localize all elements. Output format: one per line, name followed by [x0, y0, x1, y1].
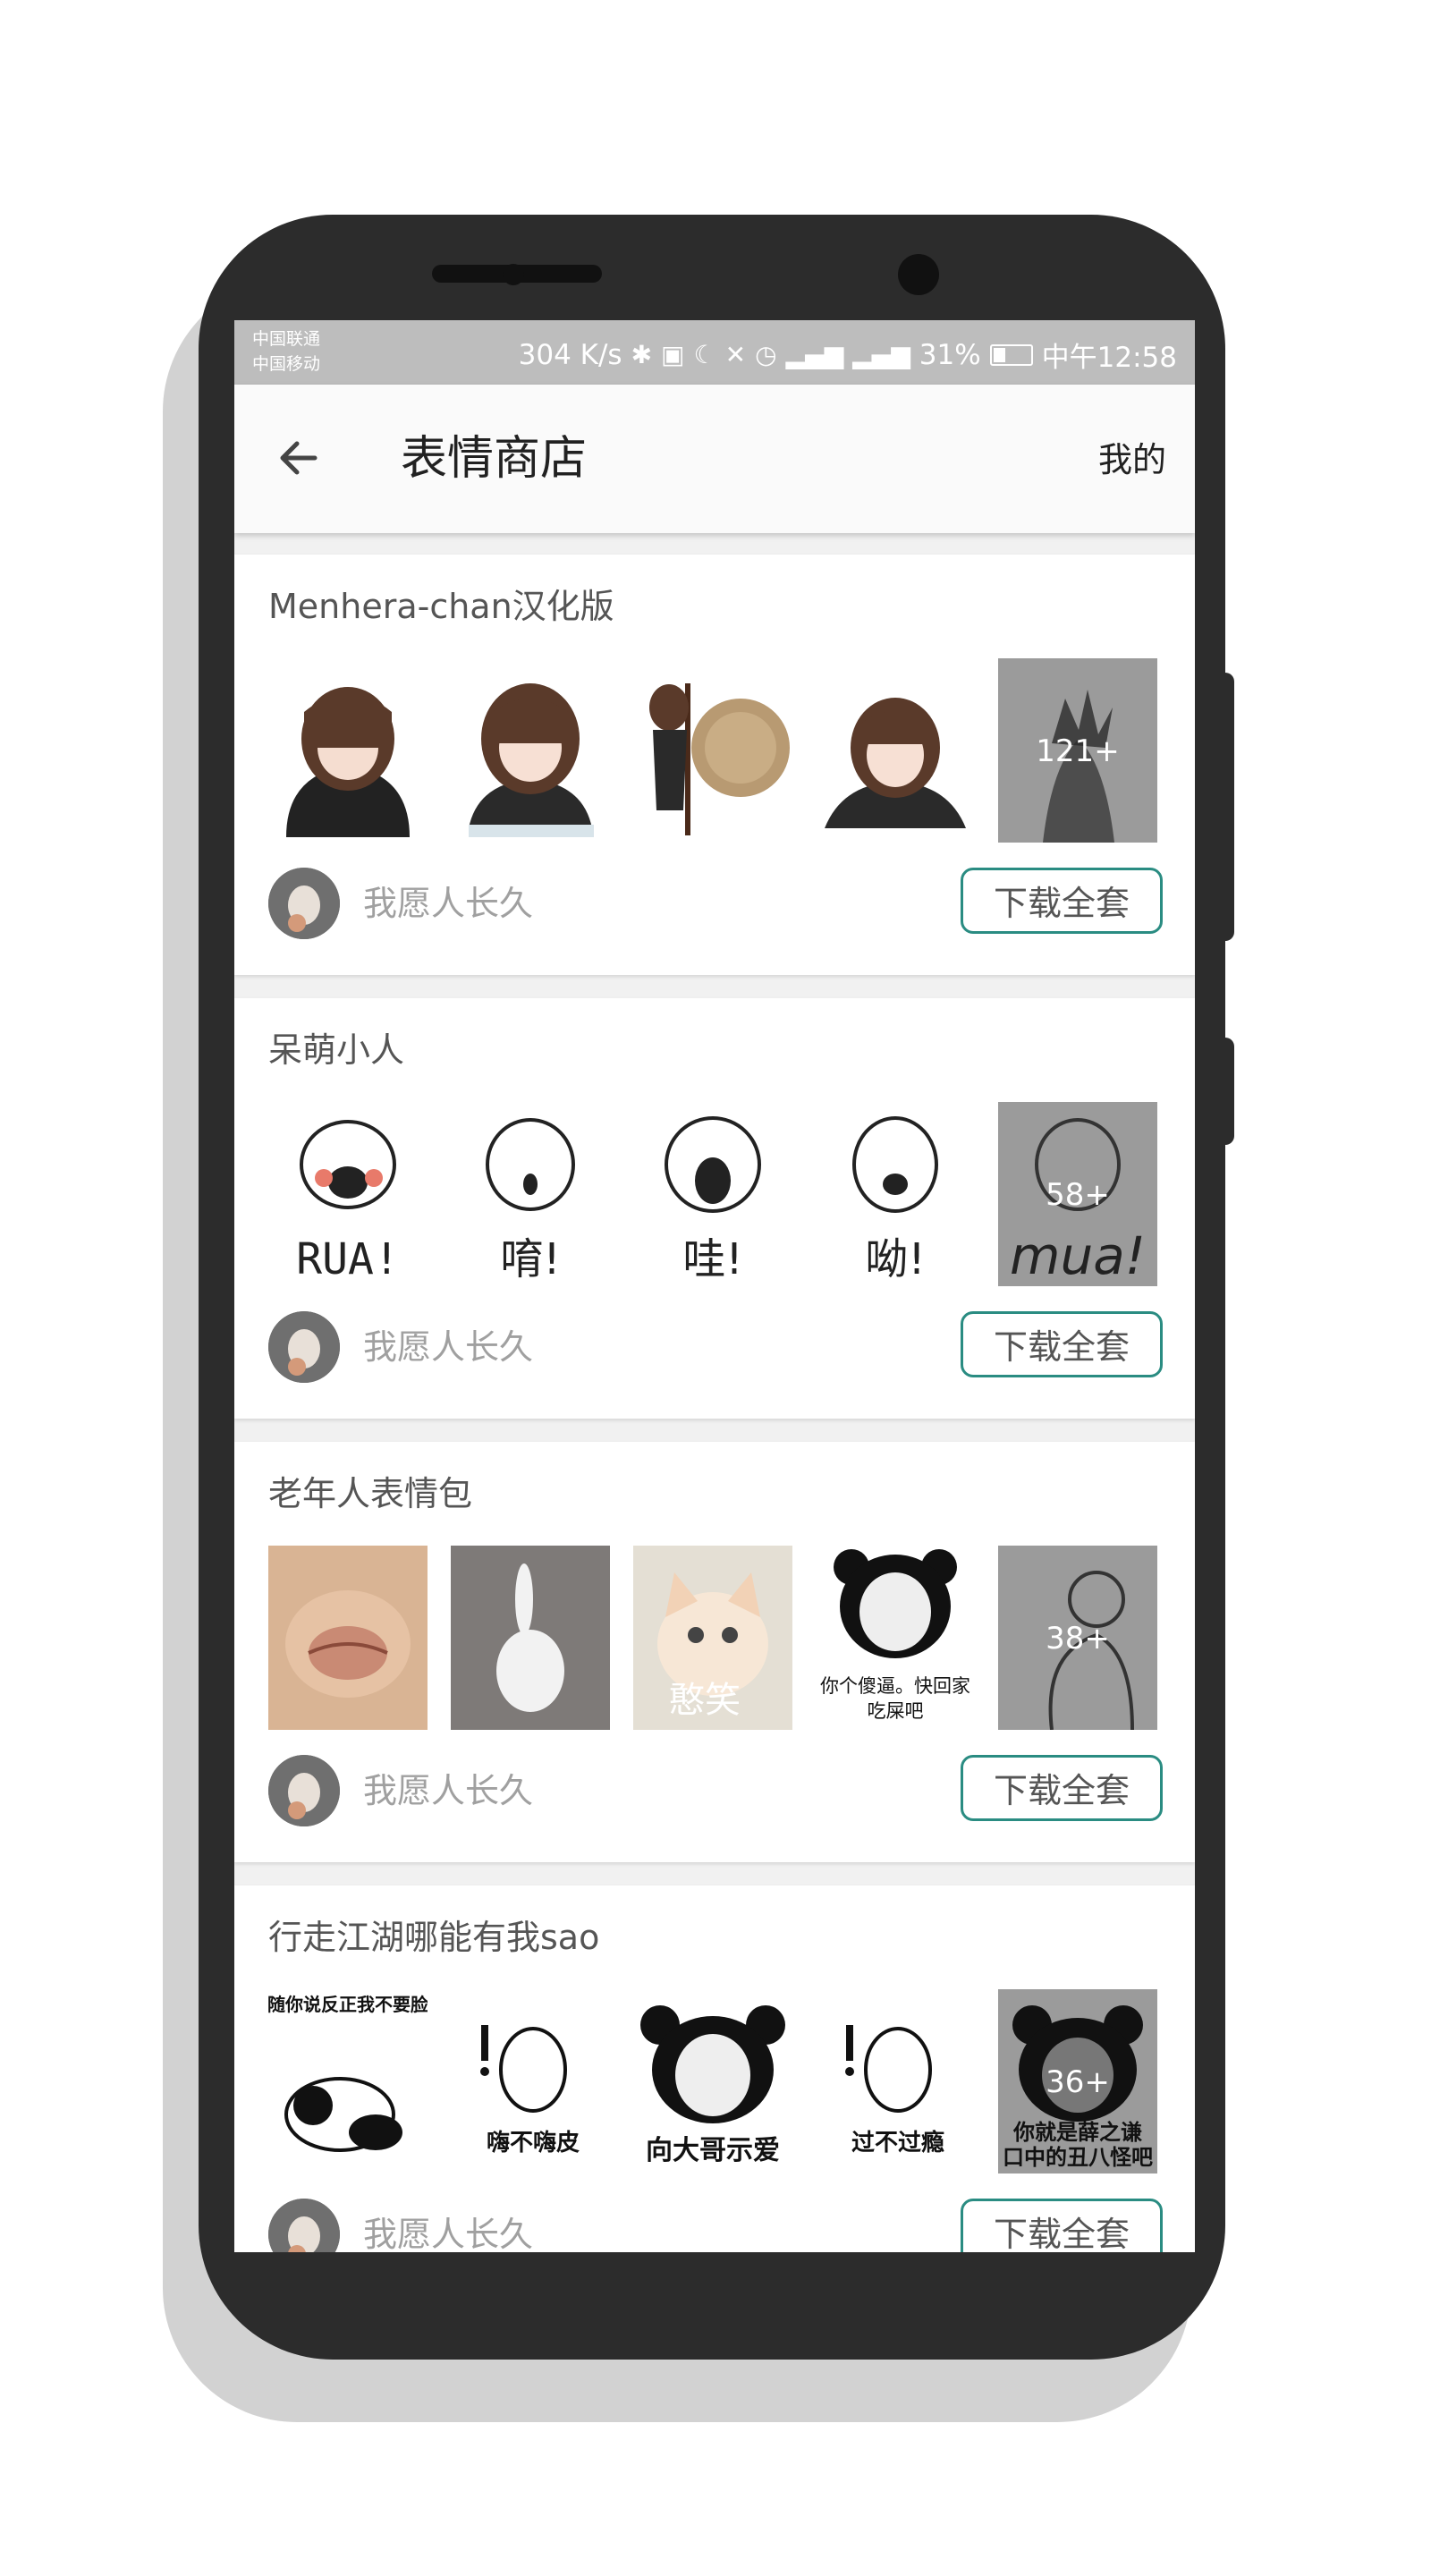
network-speed: 304 K/s	[518, 338, 622, 371]
signal-icon: ▂▄▆	[785, 340, 844, 369]
sticker-thumbnail[interactable]: 憨笑	[633, 1546, 792, 1730]
battery-icon	[989, 343, 1033, 366]
battery-percent: 31%	[919, 338, 981, 371]
sticker-pack-card[interactable]: Menhera-chan汉化版 121+ 我愿人长久 下载全套	[234, 555, 1195, 975]
sticker-caption: 嗨不嗨皮	[487, 2130, 580, 2157]
page-title: 表情商店	[401, 432, 588, 486]
author-name[interactable]: 我愿人长久	[363, 884, 533, 923]
pack-title: 行走江湖哪能有我sao	[268, 1918, 600, 1957]
volume-button	[1224, 673, 1234, 941]
author-name[interactable]: 我愿人长久	[363, 1327, 533, 1367]
sticker-caption: 憨笑	[669, 1680, 741, 1721]
sticker-thumbnail[interactable]	[633, 658, 792, 843]
sticker-pack-card[interactable]: 呆萌小人 RUA! 唷! 哇! 呦! mua! 58+ 我愿人长久 下载全套	[234, 998, 1195, 1419]
avatar[interactable]	[268, 868, 340, 939]
download-all-button[interactable]: 下载全套	[961, 868, 1163, 934]
sticker-thumbnail[interactable]: 你个傻逼。快回家 吃屎吧	[816, 1546, 975, 1730]
more-stickers-tile[interactable]: 你就是薛之谦 口中的丑八怪吧 36+	[998, 1989, 1157, 2174]
sticker-caption: 呦!	[865, 1234, 925, 1284]
status-icons: 304 K/s ✱ ▣ ☾ ✕ ◷ ▂▄▆ ▂▄▆ 31% 中午12:58	[519, 335, 1177, 375]
more-stickers-tile[interactable]: mua! 58+	[998, 1102, 1157, 1286]
sticker-caption: 过不过瘾	[851, 2129, 944, 2157]
sticker-caption: 哇!	[682, 1234, 742, 1284]
status-bar: 中国联通 中国移动 304 K/s ✱ ▣ ☾ ✕ ◷ ▂▄▆ ▂▄▆ 31% …	[234, 320, 1195, 385]
sticker-caption: 口中的丑八怪吧	[1003, 2145, 1153, 2170]
carrier-2: 中国移动	[252, 354, 321, 374]
front-camera	[898, 254, 939, 295]
power-button	[1224, 1038, 1234, 1145]
more-count: 38+	[1046, 1621, 1110, 1657]
download-all-button[interactable]: 下载全套	[961, 2199, 1163, 2252]
sticker-pack-card[interactable]: 行走江湖哪能有我sao 随你说反正我不要脸 嗨不嗨皮 向大哥示爱 过不过瘾 你就…	[234, 1885, 1195, 2252]
sticker-caption: 随你说反正我不要脸	[268, 1994, 428, 2015]
sticker-thumbnail[interactable]	[816, 658, 975, 843]
arrow-left-icon[interactable]	[272, 431, 326, 485]
more-stickers-tile[interactable]: 38+	[998, 1546, 1157, 1730]
phone-screen: 中国联通 中国移动 304 K/s ✱ ▣ ☾ ✕ ◷ ▂▄▆ ▂▄▆ 31% …	[234, 320, 1195, 2252]
author-name[interactable]: 我愿人长久	[363, 1771, 533, 1810]
download-all-button[interactable]: 下载全套	[961, 1311, 1163, 1377]
sticker-thumbnail[interactable]	[451, 1546, 610, 1730]
author-name[interactable]: 我愿人长久	[363, 2215, 533, 2252]
sticker-thumbnail[interactable]: RUA!	[268, 1102, 428, 1286]
sticker-caption: 吃屎吧	[868, 1700, 924, 1722]
avatar[interactable]	[268, 2199, 340, 2252]
sticker-thumbnail[interactable]: 哇!	[633, 1102, 792, 1286]
sticker-pack-card[interactable]: 老年人表情包 憨笑 你个傻逼。快回家 吃屎吧 38+ 我愿人长久 下载全套	[234, 1442, 1195, 1862]
more-count: 121+	[1036, 733, 1120, 769]
pack-footer: 我愿人长久 下载全套	[268, 868, 1163, 948]
nfc-icon: ▣	[661, 340, 685, 369]
avatar[interactable]	[268, 1755, 340, 1826]
app-bar: 表情商店 我的	[234, 385, 1195, 533]
pack-footer: 我愿人长久 下载全套	[268, 2199, 1163, 2252]
moon-icon: ☾	[693, 340, 716, 369]
sticker-thumbnail[interactable]	[268, 1546, 428, 1730]
sticker-caption: mua!	[1010, 1225, 1146, 1286]
download-all-button[interactable]: 下载全套	[961, 1755, 1163, 1821]
sticker-caption: 你个傻逼。快回家	[820, 1675, 970, 1697]
mute-icon: ✕	[724, 340, 747, 369]
sticker-thumbnail[interactable]: 随你说反正我不要脸	[268, 1989, 428, 2174]
proximity-sensor	[503, 264, 524, 285]
bluetooth-icon: ✱	[631, 340, 653, 369]
carrier-1: 中国联通	[252, 329, 321, 349]
sticker-thumbnail[interactable]: 呦!	[816, 1102, 975, 1286]
pack-footer: 我愿人长久 下载全套	[268, 1755, 1163, 1835]
sticker-thumbnail[interactable]: 唷!	[451, 1102, 610, 1286]
alarm-icon: ◷	[755, 340, 777, 369]
pack-title: Menhera-chan汉化版	[268, 587, 614, 626]
pack-footer: 我愿人长久 下载全套	[268, 1311, 1163, 1392]
clock: 中午12:58	[1041, 342, 1177, 374]
sticker-caption: 唷!	[500, 1234, 560, 1284]
avatar[interactable]	[268, 1311, 340, 1383]
sticker-thumbnail[interactable]: 过不过瘾	[816, 1989, 975, 2174]
pack-title: 呆萌小人	[268, 1030, 405, 1070]
more-stickers-tile[interactable]: 121+	[998, 658, 1157, 843]
sticker-caption: RUA!	[296, 1234, 400, 1284]
sticker-caption: 向大哥示爱	[646, 2135, 780, 2166]
sticker-thumbnail[interactable]: 嗨不嗨皮	[451, 1989, 610, 2174]
sticker-thumbnail[interactable]	[451, 658, 610, 843]
pack-title: 老年人表情包	[268, 1474, 473, 1513]
sticker-thumbnail[interactable]	[268, 658, 428, 843]
sticker-thumbnail[interactable]: 向大哥示爱	[633, 1989, 792, 2174]
more-count: 58+	[1046, 1177, 1110, 1213]
more-count: 36+	[1046, 2064, 1110, 2100]
sticker-caption: 你就是薛之谦	[1012, 2120, 1142, 2145]
mine-button[interactable]: 我的	[1098, 440, 1166, 479]
signal-2-icon: ▂▄▆	[852, 340, 910, 369]
